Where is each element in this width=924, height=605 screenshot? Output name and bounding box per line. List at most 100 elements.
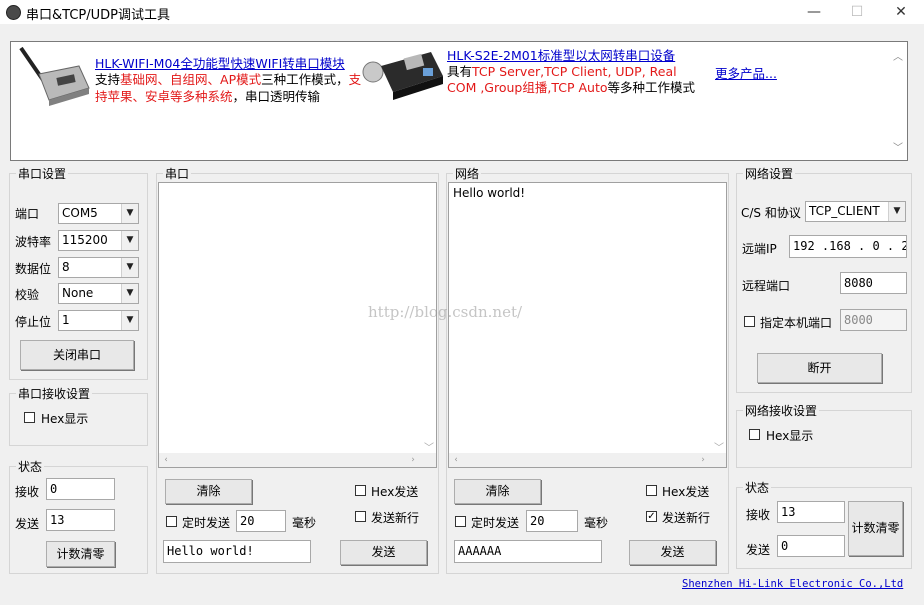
ad2-title-link[interactable]: HLK-S2E-2M01标准型以太网转串口设备	[447, 48, 675, 64]
stopbits-select[interactable]: 1 ▼	[58, 310, 139, 331]
title-bar: 串口&TCP/UDP调试工具 — ☐ ✕	[0, 0, 924, 24]
databits-label: 数据位	[15, 262, 52, 276]
serial-receive-text	[159, 183, 436, 189]
remote-port-label: 远程端口	[742, 279, 791, 293]
port-label: 端口	[15, 207, 40, 221]
ad2-line2: 具有TCP Server,TCP Client, UDP, Real	[447, 64, 677, 79]
network-clear-button[interactable]: 清除	[454, 479, 541, 504]
databits-select[interactable]: 8 ▼	[58, 257, 139, 278]
chevron-down-icon[interactable]: ﹀	[714, 439, 724, 454]
network-recv-count-label: 接收	[746, 508, 771, 522]
serial-recv-count-field[interactable]: 0	[46, 478, 115, 500]
network-recv-count-field[interactable]: 13	[777, 501, 845, 523]
ethernet-device-image	[362, 52, 443, 100]
network-send-button[interactable]: 发送	[629, 540, 716, 565]
dropdown-arrow-icon[interactable]: ▼	[121, 258, 138, 277]
minimize-button[interactable]: —	[791, 0, 837, 24]
ad1-title-link[interactable]: HLK-WIFI-M04全功能型快速WIFI转串口模块	[95, 56, 345, 72]
parity-label: 校验	[15, 288, 40, 302]
ad1-line2: 支持基础网、自组网、AP模式三种工作模式，支	[95, 72, 362, 87]
network-send-count-field[interactable]: 0	[777, 535, 845, 557]
network-hex-display-label: Hex显示	[766, 429, 814, 443]
network-ms-label: 毫秒	[584, 516, 609, 530]
watermark-text: http://blog.csdn.net/	[368, 303, 523, 321]
serial-clear-button[interactable]: 清除	[165, 479, 252, 504]
serial-send-input[interactable]: Hello world!	[163, 540, 311, 563]
chevron-right-icon[interactable]: ›	[406, 453, 420, 467]
network-send-newline-label: 发送新行	[662, 511, 711, 525]
dropdown-arrow-icon[interactable]: ▼	[888, 202, 905, 221]
serial-hex-send-checkbox[interactable]	[355, 485, 366, 496]
serial-send-button[interactable]: 发送	[340, 540, 427, 565]
network-settings-title: 网络设置	[743, 165, 796, 182]
remote-ip-field[interactable]: 192 .168 . 0 . 2	[789, 235, 907, 258]
network-recv-settings-title: 网络接收设置	[743, 402, 820, 419]
banner-scrollbar[interactable]: ︿ ﹀	[891, 44, 905, 158]
ad1-line3: 持苹果、安卓等多种系统，串口透明传输	[95, 89, 321, 104]
network-receive-text: Hello world!	[453, 186, 526, 200]
serial-ms-label: 毫秒	[292, 516, 317, 530]
remote-ip-label: 远端IP	[742, 242, 777, 256]
serial-send-newline-checkbox[interactable]	[355, 511, 366, 522]
network-h-scrollbar[interactable]: ‹ ›	[449, 453, 726, 467]
serial-interval-field[interactable]: 20	[236, 510, 286, 532]
baud-select[interactable]: 115200 ▼	[58, 230, 139, 251]
dropdown-arrow-icon[interactable]: ▼	[121, 284, 138, 303]
stopbits-label: 停止位	[15, 315, 52, 329]
disconnect-button[interactable]: 断开	[757, 353, 882, 383]
serial-timed-send-label: 定时发送	[182, 516, 231, 530]
close-serial-button[interactable]: 关闭串口	[20, 340, 134, 370]
chevron-left-icon[interactable]: ‹	[449, 453, 463, 467]
app-icon	[6, 5, 21, 20]
serial-hex-send-label: Hex发送	[371, 485, 419, 499]
serial-panel-title: 串口	[163, 165, 192, 182]
more-products-link[interactable]: 更多产品...	[715, 66, 777, 82]
network-timed-send-checkbox[interactable]	[455, 516, 466, 527]
close-button[interactable]: ✕	[878, 0, 924, 24]
network-panel-title: 网络	[453, 165, 482, 182]
dropdown-arrow-icon[interactable]: ▼	[121, 311, 138, 330]
serial-receive-area[interactable]: ﹀ ‹ ›	[158, 182, 437, 468]
serial-send-count-label: 发送	[15, 517, 40, 531]
network-status-title: 状态	[743, 479, 772, 496]
serial-send-newline-label: 发送新行	[371, 511, 420, 525]
chevron-up-icon[interactable]: ︿	[893, 48, 903, 63]
chevron-left-icon[interactable]: ‹	[159, 453, 173, 467]
local-port-label: 指定本机端口	[760, 316, 833, 330]
serial-h-scrollbar[interactable]: ‹ ›	[159, 453, 436, 467]
network-hex-send-checkbox[interactable]	[646, 485, 657, 496]
port-select[interactable]: COM5 ▼	[58, 203, 139, 224]
local-port-field[interactable]: 8000	[840, 309, 907, 331]
network-interval-field[interactable]: 20	[526, 510, 578, 532]
serial-reset-count-button[interactable]: 计数清零	[46, 541, 115, 567]
network-receive-area[interactable]: Hello world! ﹀ ‹ ›	[448, 182, 727, 468]
network-send-input[interactable]: AAAAAA	[454, 540, 602, 563]
dropdown-arrow-icon[interactable]: ▼	[121, 231, 138, 250]
chevron-down-icon[interactable]: ﹀	[893, 139, 903, 154]
protocol-select[interactable]: TCP_CLIENT ▼	[805, 201, 906, 222]
network-recv-settings-group: 网络接收设置	[736, 402, 912, 468]
network-hex-display-checkbox[interactable]	[749, 429, 760, 440]
company-link[interactable]: Shenzhen Hi-Link Electronic Co.,Ltd	[682, 578, 903, 590]
network-send-count-label: 发送	[746, 543, 771, 557]
network-reset-count-button[interactable]: 计数清零	[848, 501, 903, 556]
serial-hex-display-checkbox[interactable]	[24, 412, 35, 423]
parity-select[interactable]: None ▼	[58, 283, 139, 304]
chevron-right-icon[interactable]: ›	[696, 453, 710, 467]
local-port-checkbox[interactable]	[744, 316, 755, 327]
dropdown-arrow-icon[interactable]: ▼	[121, 204, 138, 223]
network-timed-send-label: 定时发送	[471, 516, 520, 530]
serial-timed-send-checkbox[interactable]	[166, 516, 177, 527]
serial-status-title: 状态	[16, 458, 45, 475]
window-title: 串口&TCP/UDP调试工具	[26, 8, 170, 23]
remote-port-field[interactable]: 8080	[840, 272, 907, 294]
ad2-line3: COM ,Group组播,TCP Auto等多种工作模式	[447, 80, 696, 95]
serial-recv-count-label: 接收	[15, 485, 40, 499]
network-hex-send-label: Hex发送	[662, 485, 710, 499]
serial-hex-display-label: Hex显示	[41, 412, 89, 426]
serial-send-count-field[interactable]: 13	[46, 509, 115, 531]
maximize-button[interactable]: ☐	[834, 0, 880, 24]
serial-recv-settings-title: 串口接收设置	[16, 385, 93, 402]
network-send-newline-checkbox[interactable]: ✓	[646, 511, 657, 522]
chevron-down-icon[interactable]: ﹀	[424, 439, 434, 454]
